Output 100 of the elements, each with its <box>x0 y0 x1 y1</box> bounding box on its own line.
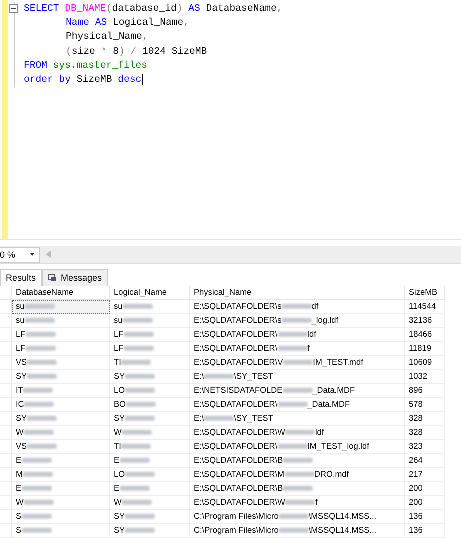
code-line: FROM sys.master_files <box>14 58 283 73</box>
table-cell: E:\SQLDATAFOLDER\M DRO.mdf <box>190 468 405 482</box>
table-cell: 896 <box>405 384 445 398</box>
table-cell: su <box>110 314 190 328</box>
code-line: SELECT DB_NAME(database_id) AS DatabaseName, <box>14 2 283 16</box>
table-cell: LF <box>110 342 190 356</box>
row-header[interactable] <box>0 468 12 482</box>
table-cell: 264 <box>405 454 445 468</box>
table-cell: IC <box>12 398 110 412</box>
row-header[interactable] <box>0 342 12 356</box>
table-cell: VS <box>12 440 110 454</box>
table-cell: S <box>12 524 110 538</box>
code-line: Physical_Name, <box>14 30 283 45</box>
table-cell: W <box>12 496 110 510</box>
table-cell: SY <box>12 370 110 384</box>
table-cell: SY <box>110 524 190 538</box>
table-cell: 200 <box>405 482 445 496</box>
row-header[interactable] <box>0 328 12 342</box>
table-cell: E <box>12 454 110 468</box>
table-cell: W <box>110 496 190 510</box>
table-cell: E:\SQLDATAFOLDER\ IM_TEST_log.ldf <box>190 440 405 454</box>
row-header[interactable] <box>0 398 12 412</box>
table-cell: BO <box>110 398 190 412</box>
results-tab[interactable]: Results <box>0 269 42 286</box>
table-cell: W <box>12 426 110 440</box>
table-cell: IT <box>12 384 110 398</box>
collapse-icon[interactable] <box>9 4 18 13</box>
code-line: order by SizeMB desc <box>14 72 283 88</box>
table-cell: LF <box>110 328 190 342</box>
row-header[interactable] <box>0 440 12 454</box>
table-cell: 114544 <box>405 300 445 314</box>
table-cell: E:\ \SY_TEST <box>190 370 405 384</box>
table-cell: 11819 <box>405 342 445 356</box>
table-cell: LF <box>12 328 110 342</box>
table-cell: 328 <box>405 412 445 426</box>
table-cell: E:\SQLDATAFOLDER\ ldf <box>190 328 405 342</box>
row-header[interactable] <box>0 496 12 510</box>
table-cell: SY <box>110 412 190 426</box>
table-cell: E:\SQLDATAFOLDER\W ldf <box>190 426 405 440</box>
row-header[interactable] <box>0 314 12 328</box>
table-cell: E:\SQLDATAFOLDER\ _Data.MDF <box>190 398 405 412</box>
table-cell: su <box>12 314 110 328</box>
table-cell: LO <box>110 468 190 482</box>
table-cell: 217 <box>405 468 445 482</box>
table-cell: E <box>110 482 190 496</box>
table-cell: E:\SQLDATAFOLDER\s df <box>190 300 405 314</box>
table-cell: LO <box>110 384 190 398</box>
table-cell: SY <box>110 510 190 524</box>
table-cell: E:\SQLDATAFOLDER\ f <box>190 342 405 356</box>
table-cell: E:\NETSISDATAFOLDE _Data.MDF <box>190 384 405 398</box>
table-cell: TI <box>110 440 190 454</box>
table-cell: su <box>12 300 110 314</box>
dropdown-caret-icon[interactable] <box>30 253 35 256</box>
table-cell: SY <box>110 370 190 384</box>
table-cell: E:\SQLDATAFOLDER\B <box>190 482 405 496</box>
table-cell: TI <box>110 356 190 370</box>
row-header[interactable] <box>0 384 12 398</box>
table-cell: SY <box>12 412 110 426</box>
row-header[interactable] <box>0 356 12 370</box>
table-cell: M <box>12 468 110 482</box>
table-cell: E <box>12 482 110 496</box>
table-cell: 136 <box>405 510 445 524</box>
code-line: Name AS Logical_Name, <box>14 16 283 30</box>
row-header[interactable] <box>0 412 12 426</box>
column-header[interactable]: Logical_Name <box>110 286 190 300</box>
table-cell: su <box>110 300 190 314</box>
row-header[interactable] <box>0 510 12 524</box>
table-cell: 1032 <box>405 370 445 384</box>
table-cell: E:\ \SY_TEST <box>190 412 405 426</box>
table-cell: VS <box>12 356 110 370</box>
row-header[interactable] <box>0 370 12 384</box>
code-line: (size * 8) / 1024 SizeMB <box>14 44 283 59</box>
table-cell: E <box>110 454 190 468</box>
table-cell: W <box>110 426 190 440</box>
table-cell: LF <box>12 342 110 356</box>
table-cell: 136 <box>405 524 445 538</box>
column-header[interactable]: SizeMB <box>405 286 445 300</box>
scroll-left-icon[interactable] <box>46 251 51 258</box>
column-header[interactable]: Physical_Name <box>190 286 405 300</box>
table-cell: E:\SQLDATAFOLDER\W f <box>190 496 405 510</box>
row-header[interactable] <box>0 426 12 440</box>
row-header[interactable] <box>0 482 12 496</box>
table-cell: 578 <box>405 398 445 412</box>
table-cell: 323 <box>405 440 445 454</box>
row-header[interactable] <box>0 524 12 538</box>
column-header[interactable]: DatabaseName <box>12 286 110 300</box>
table-cell: S <box>12 510 110 524</box>
table-cell: E:\SQLDATAFOLDER\V IM_TEST.mdf <box>190 356 405 370</box>
row-header[interactable] <box>0 454 12 468</box>
table-cell: 10609 <box>405 356 445 370</box>
table-cell: 328 <box>405 426 445 440</box>
table-cell: E:\SQLDATAFOLDER\s _log.ldf <box>190 314 405 328</box>
table-cell: E:\SQLDATAFOLDER\B <box>190 454 405 468</box>
table-cell: 200 <box>405 496 445 510</box>
messages-icon <box>48 274 58 282</box>
table-cell: 32136 <box>405 314 445 328</box>
table-cell: 18466 <box>405 328 445 342</box>
results-tab[interactable]: Messages <box>42 269 108 286</box>
zoom-dropdown[interactable]: 0 % <box>0 246 40 263</box>
table-cell: C:\Program Files\Micro \MSSQL14.MSS... <box>190 524 405 538</box>
